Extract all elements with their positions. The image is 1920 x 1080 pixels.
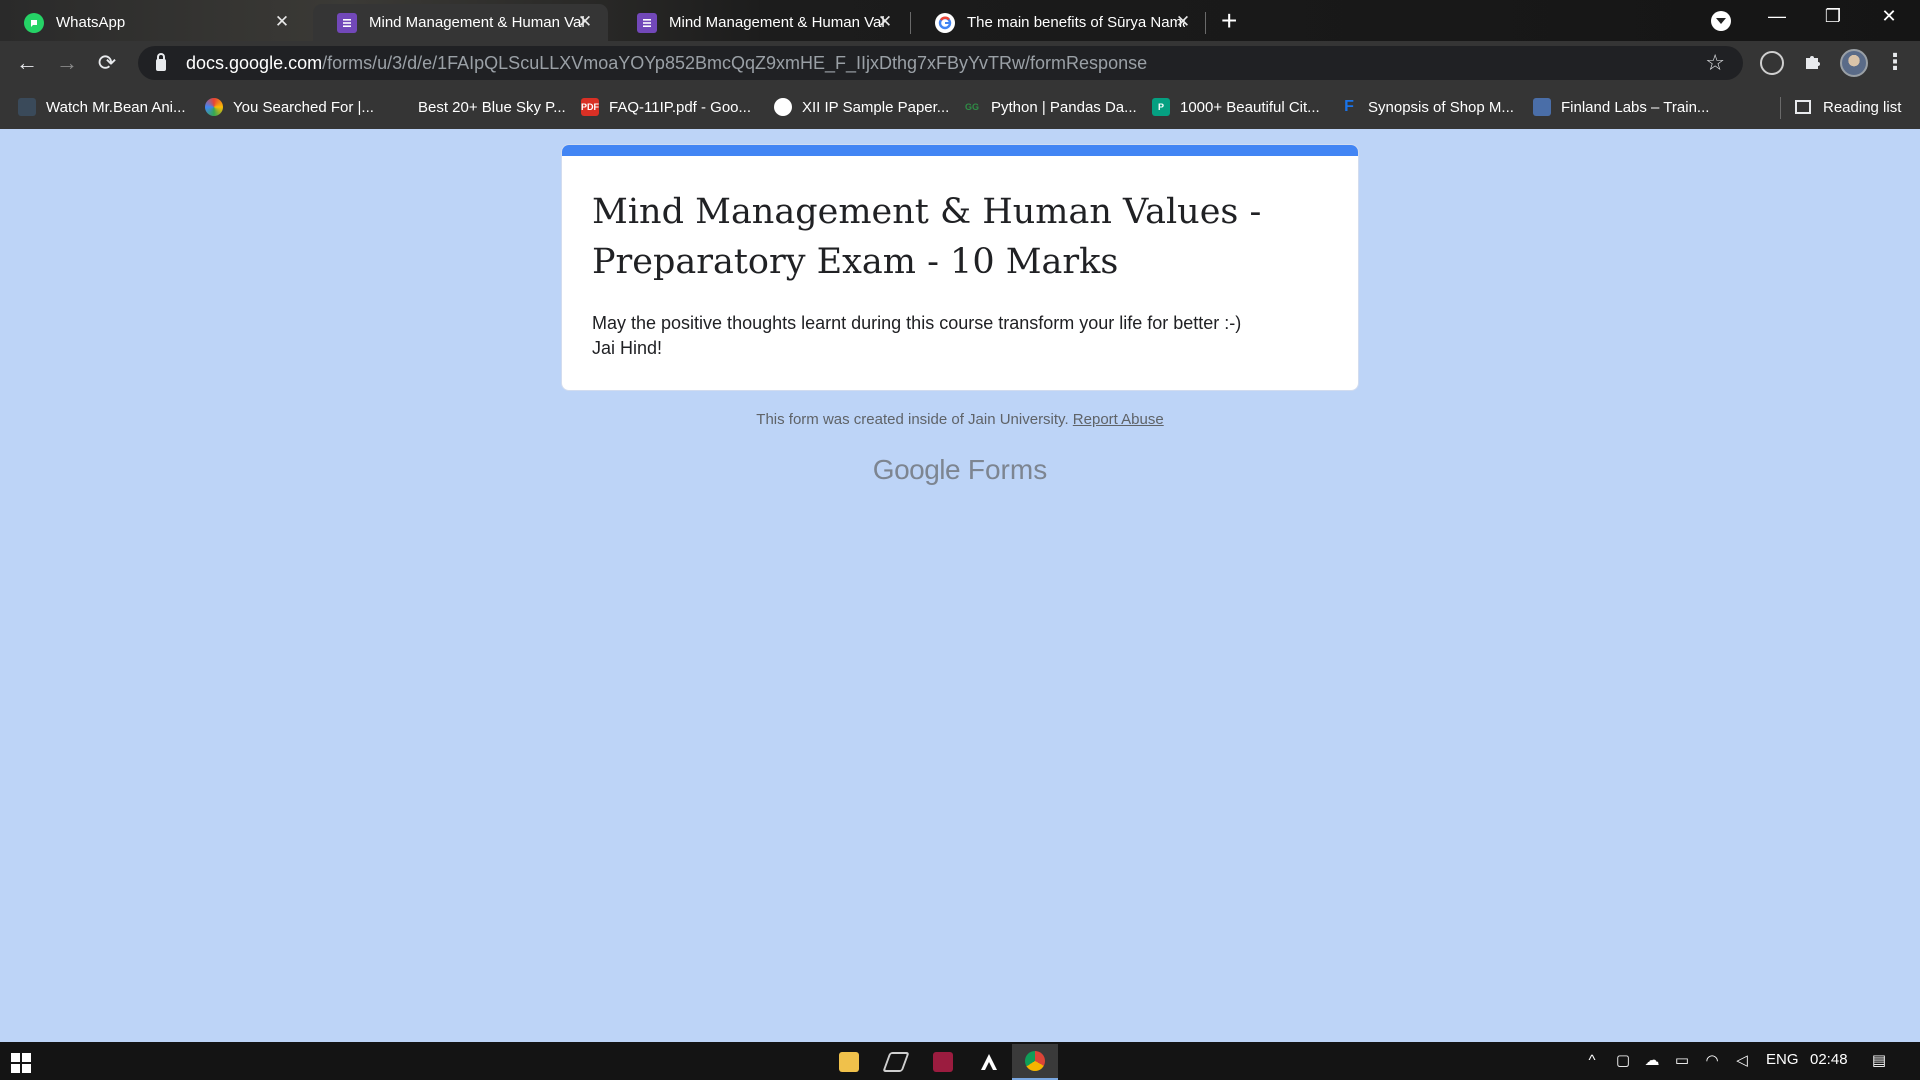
tumblr-icon <box>18 98 36 116</box>
clock[interactable]: 02:48 <box>1810 1051 1848 1068</box>
meet-now-icon[interactable]: ▢ <box>1614 1053 1632 1069</box>
volume-icon[interactable]: ◁ <box>1733 1053 1751 1069</box>
browser-toolbar: ← → ⟳ docs.google.com /forms/u/3/d/e/1FA… <box>0 41 1920 87</box>
bookmark-star-icon[interactable]: ☆ <box>1705 50 1725 76</box>
reload-button[interactable]: ⟳ <box>93 49 121 77</box>
footer-text: This form was created inside of Jain Uni… <box>756 411 1069 428</box>
address-bar[interactable]: docs.google.com /forms/u/3/d/e/1FAIpQLSc… <box>138 46 1743 80</box>
lock-icon[interactable] <box>156 53 166 71</box>
globe-icon <box>774 98 792 116</box>
back-button[interactable]: ← <box>13 49 41 77</box>
form-description-line: May the positive thoughts learnt during … <box>592 313 1242 333</box>
profile-avatar[interactable] <box>1840 49 1868 77</box>
wifi-icon[interactable]: ◠ <box>1703 1053 1721 1069</box>
form-footer-note: This form was created inside of Jain Uni… <box>0 411 1920 428</box>
bookmark-label: Finland Labs – Train... <box>1561 98 1710 116</box>
window-close-button[interactable]: ✕ <box>1866 6 1912 27</box>
bookmark-item[interactable]: Finland Labs – Train... <box>1533 96 1709 118</box>
form-description-line: Jai Hind! <box>592 338 663 358</box>
bookmark-label: 1000+ Beautiful Cit... <box>1180 98 1320 116</box>
finland-labs-icon <box>1533 98 1551 116</box>
bookmark-item[interactable]: P 1000+ Beautiful Cit... <box>1152 96 1320 118</box>
bookmark-label: You Searched For |... <box>233 98 374 116</box>
bookmark-label: Python | Pandas Da... <box>991 98 1137 116</box>
bookmark-label: Synopsis of Shop M... <box>1368 98 1514 116</box>
windows-start-icon[interactable] <box>11 1053 31 1073</box>
close-icon[interactable]: ✕ <box>876 13 894 31</box>
google-icon <box>935 12 955 33</box>
tab-mind-management-active[interactable]: Mind Management & Human Val ✕ <box>313 4 608 41</box>
rainbow-logo-icon <box>205 98 223 116</box>
bookmark-label: XII IP Sample Paper... <box>802 98 950 116</box>
google-forms-logo[interactable]: Google Forms <box>0 454 1920 486</box>
notifications-icon[interactable]: ▤ <box>1870 1053 1888 1069</box>
geeksforgeeks-icon: GG <box>964 102 979 112</box>
onedrive-cloud-icon[interactable]: ☁ <box>1643 1053 1661 1069</box>
globe-extension-icon[interactable] <box>1760 51 1784 75</box>
bookmark-item[interactable]: F Synopsis of Shop M... <box>1340 96 1514 118</box>
new-tab-button[interactable]: + <box>1221 7 1237 35</box>
reading-list-icon <box>1795 100 1811 114</box>
file-explorer-icon[interactable] <box>826 1044 872 1080</box>
f-logo-icon: F <box>1344 98 1354 115</box>
tab-title: Mind Management & Human Val <box>669 14 885 31</box>
close-icon[interactable]: ✕ <box>1174 13 1192 31</box>
bookmark-item[interactable]: You Searched For |... <box>205 96 374 118</box>
form-title: Mind Management & Human Values - Prepara… <box>592 192 1262 282</box>
bookmarks-bar: Watch Mr.Bean Ani... You Searched For |.… <box>0 87 1920 129</box>
language-indicator[interactable]: ENG <box>1766 1051 1799 1068</box>
bookmark-item[interactable]: PDF FAQ-11IP.pdf - Goo... <box>581 96 751 118</box>
bookmark-label: FAQ-11IP.pdf - Goo... <box>609 98 752 116</box>
blank-page-icon <box>390 98 408 116</box>
pdf-icon: PDF <box>581 98 599 116</box>
bookmarks-separator <box>1780 97 1781 119</box>
report-abuse-link[interactable]: Report Abuse <box>1073 411 1164 428</box>
close-icon[interactable]: ✕ <box>273 13 291 31</box>
restore-button[interactable]: ❐ <box>1810 6 1856 27</box>
form-accent-bar <box>562 145 1358 156</box>
bookmark-item[interactable]: Watch Mr.Bean Ani... <box>18 96 186 118</box>
tab-separator <box>1205 12 1206 34</box>
assassins-creed-icon[interactable] <box>966 1044 1012 1080</box>
reading-list-button[interactable]: Reading list <box>1795 96 1901 118</box>
form-description: May the positive thoughts learnt during … <box>592 311 1312 361</box>
battery-icon[interactable]: ▭ <box>1673 1053 1691 1069</box>
form-header-card: Mind Management & Human Values - Prepara… <box>561 144 1359 391</box>
minimize-button[interactable]: — <box>1754 6 1800 27</box>
bookmark-item[interactable]: XII IP Sample Paper... <box>774 96 949 118</box>
tab-title: WhatsApp <box>56 14 126 31</box>
url-path: /forms/u/3/d/e/1FAIpQLScuLLXVmoaYOYp852B… <box>322 52 1148 73</box>
google-forms-icon <box>637 12 657 33</box>
brand-forms: Forms <box>967 454 1048 485</box>
tab-mind-management[interactable]: Mind Management & Human Val ✕ <box>613 4 908 41</box>
form-page: Mind Management & Human Values - Prepara… <box>0 129 1920 1042</box>
reading-list-label: Reading list <box>1823 98 1902 116</box>
tab-title: The main benefits of Sūrya Nama <box>967 14 1185 31</box>
vscode-like-icon[interactable] <box>920 1044 966 1080</box>
brand-google: Google <box>872 454 961 485</box>
tab-search-icon[interactable] <box>1711 11 1731 31</box>
google-forms-icon <box>337 12 357 33</box>
bookmark-item[interactable]: GG Python | Pandas Da... <box>963 96 1137 118</box>
chrome-icon[interactable] <box>1012 1044 1058 1080</box>
tab-strip: WhatsApp ✕ Mind Management & Human Val ✕… <box>0 0 1920 41</box>
url-host: docs.google.com <box>186 52 323 73</box>
chrome-menu-icon[interactable]: ⋮ <box>1884 49 1906 75</box>
whatsapp-icon <box>24 12 44 33</box>
bookmark-item[interactable]: Best 20+ Blue Sky P... <box>390 96 566 118</box>
tab-whatsapp[interactable]: WhatsApp ✕ <box>0 4 305 41</box>
bookmark-label: Best 20+ Blue Sky P... <box>418 98 566 116</box>
stylized-app-icon[interactable] <box>873 1044 919 1080</box>
pexels-icon: P <box>1152 98 1170 116</box>
close-icon[interactable]: ✕ <box>576 13 594 31</box>
extensions-puzzle-icon[interactable] <box>1801 51 1825 75</box>
chevron-up-icon[interactable]: ^ <box>1583 1053 1601 1069</box>
tab-surya-namaskar[interactable]: The main benefits of Sūrya Nama ✕ <box>911 4 1206 41</box>
bookmark-label: Watch Mr.Bean Ani... <box>46 98 186 116</box>
forward-button[interactable]: → <box>53 49 81 77</box>
tab-title: Mind Management & Human Val <box>369 14 585 31</box>
windows-taskbar: ^ ▢ ☁ ▭ ◠ ◁ ENG 02:48 ▤ <box>0 1042 1920 1080</box>
